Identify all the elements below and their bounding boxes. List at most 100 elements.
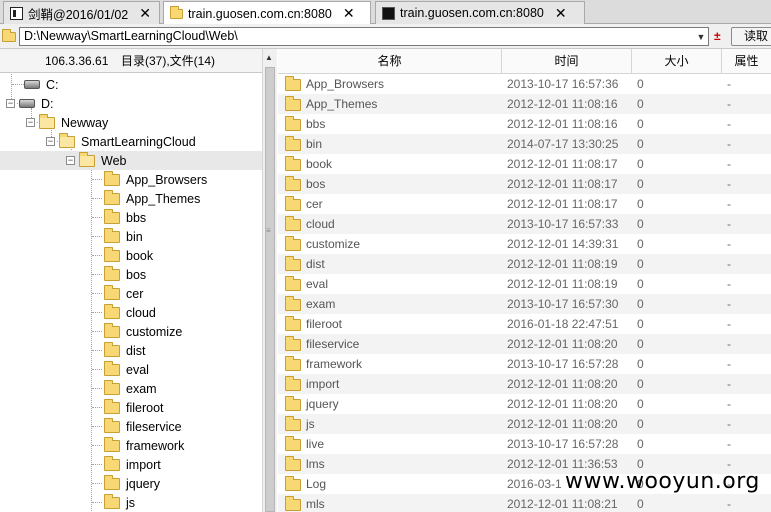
file-size: 0 xyxy=(637,317,644,331)
folder-open-icon xyxy=(79,151,95,167)
tree-node-folder[interactable]: cer xyxy=(104,284,143,303)
tree-node-folder[interactable]: bbs xyxy=(104,208,146,227)
file-row[interactable]: mls 2012-12-01 11:08:21 0 - xyxy=(278,494,771,512)
tab-label: train.guosen.com.cn:8080 xyxy=(188,6,332,21)
file-attr: - xyxy=(727,357,731,371)
file-row[interactable]: exam 2013-10-17 16:57:30 0 - xyxy=(278,294,771,314)
item-count: 目录(37),文件(14) xyxy=(121,54,216,68)
file-row[interactable]: App_Themes 2012-12-01 11:08:16 0 - xyxy=(278,94,771,114)
file-time: 2013-10-17 16:57:36 xyxy=(507,77,619,91)
tree-node-folder[interactable]: cloud xyxy=(104,303,156,322)
file-size: 0 xyxy=(637,217,644,231)
file-row[interactable]: cer 2012-12-01 11:08:17 0 - xyxy=(278,194,771,214)
close-icon[interactable]: ✕ xyxy=(555,5,567,22)
tree-node-label: bbs xyxy=(126,210,147,225)
folder-icon xyxy=(285,456,301,471)
file-row[interactable]: cloud 2013-10-17 16:57:33 0 - xyxy=(278,214,771,234)
tree-node-folder[interactable]: jquery xyxy=(104,474,160,493)
file-name: book xyxy=(306,157,333,171)
column-header-time[interactable]: 时间 xyxy=(502,49,632,74)
tab-1[interactable]: 剑鞘@2016/01/02 ✕ xyxy=(3,1,160,24)
file-attr: - xyxy=(727,217,731,231)
collapse-icon[interactable]: − xyxy=(46,137,55,146)
tree-node-folder[interactable]: import xyxy=(104,455,161,474)
file-row[interactable]: js 2012-12-01 11:08:20 0 - xyxy=(278,414,771,434)
file-row[interactable]: framework 2013-10-17 16:57:28 0 - xyxy=(278,354,771,374)
tree-node-label: App_Themes xyxy=(126,191,201,206)
tree-node-folder[interactable]: framework xyxy=(104,436,184,455)
file-name: eval xyxy=(306,277,329,291)
tree-node-folder[interactable]: bin xyxy=(104,227,143,246)
tree-node-folder[interactable]: bos xyxy=(104,265,146,284)
tree-node-folder[interactable]: book xyxy=(104,246,153,265)
collapse-icon[interactable]: − xyxy=(26,118,35,127)
file-row[interactable]: bos 2012-12-01 11:08:17 0 - xyxy=(278,174,771,194)
file-time: 2013-10-17 16:57:28 xyxy=(507,357,619,371)
tree-node-folder[interactable]: App_Themes xyxy=(104,189,200,208)
tree-scrollbar[interactable]: ▲ ≡ xyxy=(262,49,277,512)
close-icon[interactable]: ✕ xyxy=(139,5,151,22)
tree-node-smartlearningcloud[interactable]: − SmartLearningCloud xyxy=(46,132,196,151)
tree-node-folder[interactable]: fileroot xyxy=(104,398,164,417)
tree-node-folder[interactable]: fileservice xyxy=(104,417,182,436)
folder-icon xyxy=(104,303,120,319)
tree-node-folder[interactable]: exam xyxy=(104,379,157,398)
file-time: 2012-12-01 11:08:20 xyxy=(507,397,618,411)
tree-node-newway[interactable]: − Newway xyxy=(26,113,108,132)
path-input[interactable]: D:\Newway\SmartLearningCloud\Web\ xyxy=(19,27,709,46)
tree-node-folder[interactable]: dist xyxy=(104,341,145,360)
column-header-size[interactable]: 大小 xyxy=(632,49,722,74)
tree-node-web[interactable]: − Web xyxy=(0,151,262,170)
tree-drive-c[interactable]: C: xyxy=(24,75,59,94)
read-button[interactable]: 读取 xyxy=(731,27,771,46)
file-attr: - xyxy=(727,257,731,271)
file-row[interactable]: jquery 2012-12-01 11:08:20 0 - xyxy=(278,394,771,414)
file-row[interactable]: import 2012-12-01 11:08:20 0 - xyxy=(278,374,771,394)
chevron-down-icon[interactable]: ▼ xyxy=(694,28,708,45)
scroll-up-icon[interactable]: ▲ xyxy=(265,53,273,62)
file-row[interactable]: live 2013-10-17 16:57:28 0 - xyxy=(278,434,771,454)
file-row[interactable]: dist 2012-12-01 11:08:19 0 - xyxy=(278,254,771,274)
folder-icon xyxy=(285,76,301,91)
column-header-name[interactable]: 名称 xyxy=(278,49,502,74)
tab-3[interactable]: train.guosen.com.cn:8080 ✕ xyxy=(375,1,585,24)
file-row[interactable]: fileservice 2012-12-01 11:08:20 0 - xyxy=(278,334,771,354)
collapse-icon[interactable]: − xyxy=(6,99,15,108)
tab-2[interactable]: train.guosen.com.cn:8080 ✕ xyxy=(163,1,371,25)
file-time: 2012-12-01 11:08:16 xyxy=(507,97,618,111)
file-time: 2013-10-17 16:57:33 xyxy=(507,217,619,231)
file-size: 0 xyxy=(637,437,644,451)
file-attr: - xyxy=(727,377,731,391)
file-row[interactable]: bbs 2012-12-01 11:08:16 0 - xyxy=(278,114,771,134)
file-time: 2013-10-17 16:57:28 xyxy=(507,437,619,451)
tree-node-folder[interactable]: customize xyxy=(104,322,182,341)
scroll-thumb[interactable] xyxy=(265,67,275,512)
folder-icon xyxy=(104,398,120,414)
tree-node-folder[interactable]: js xyxy=(104,493,135,512)
tree-node-label: dist xyxy=(126,343,146,358)
file-attr: - xyxy=(727,137,731,151)
file-name: bos xyxy=(306,177,326,191)
tree-drive-d[interactable]: − D: xyxy=(6,94,54,113)
file-time: 2014-07-17 13:30:25 xyxy=(507,137,619,151)
file-row[interactable]: fileroot 2016-01-18 22:47:51 0 - xyxy=(278,314,771,334)
file-row[interactable]: eval 2012-12-01 11:08:19 0 - xyxy=(278,274,771,294)
folder-icon xyxy=(285,336,301,351)
file-name: Log xyxy=(306,477,327,491)
address-bar: D:\Newway\SmartLearningCloud\Web\ ▼ ± 读取 xyxy=(0,24,771,49)
tree-node-folder[interactable]: eval xyxy=(104,360,149,379)
tree-node-folder[interactable]: App_Browsers xyxy=(104,170,207,189)
file-time: 2012-12-01 11:08:19 xyxy=(507,257,618,271)
collapse-icon[interactable]: − xyxy=(66,156,75,165)
plus-minus-button[interactable]: ± xyxy=(714,29,721,43)
folder-icon xyxy=(285,276,301,291)
file-row[interactable]: customize 2012-12-01 14:39:31 0 - xyxy=(278,234,771,254)
file-row[interactable]: book 2012-12-01 11:08:17 0 - xyxy=(278,154,771,174)
file-row[interactable]: App_Browsers 2013-10-17 16:57:36 0 - xyxy=(278,74,771,94)
folder-icon xyxy=(285,476,301,491)
file-name: exam xyxy=(306,297,336,311)
file-size: 0 xyxy=(637,97,644,111)
file-row[interactable]: bin 2014-07-17 13:30:25 0 - xyxy=(278,134,771,154)
column-header-attr[interactable]: 属性 xyxy=(722,49,771,74)
close-icon[interactable]: ✕ xyxy=(343,5,355,22)
